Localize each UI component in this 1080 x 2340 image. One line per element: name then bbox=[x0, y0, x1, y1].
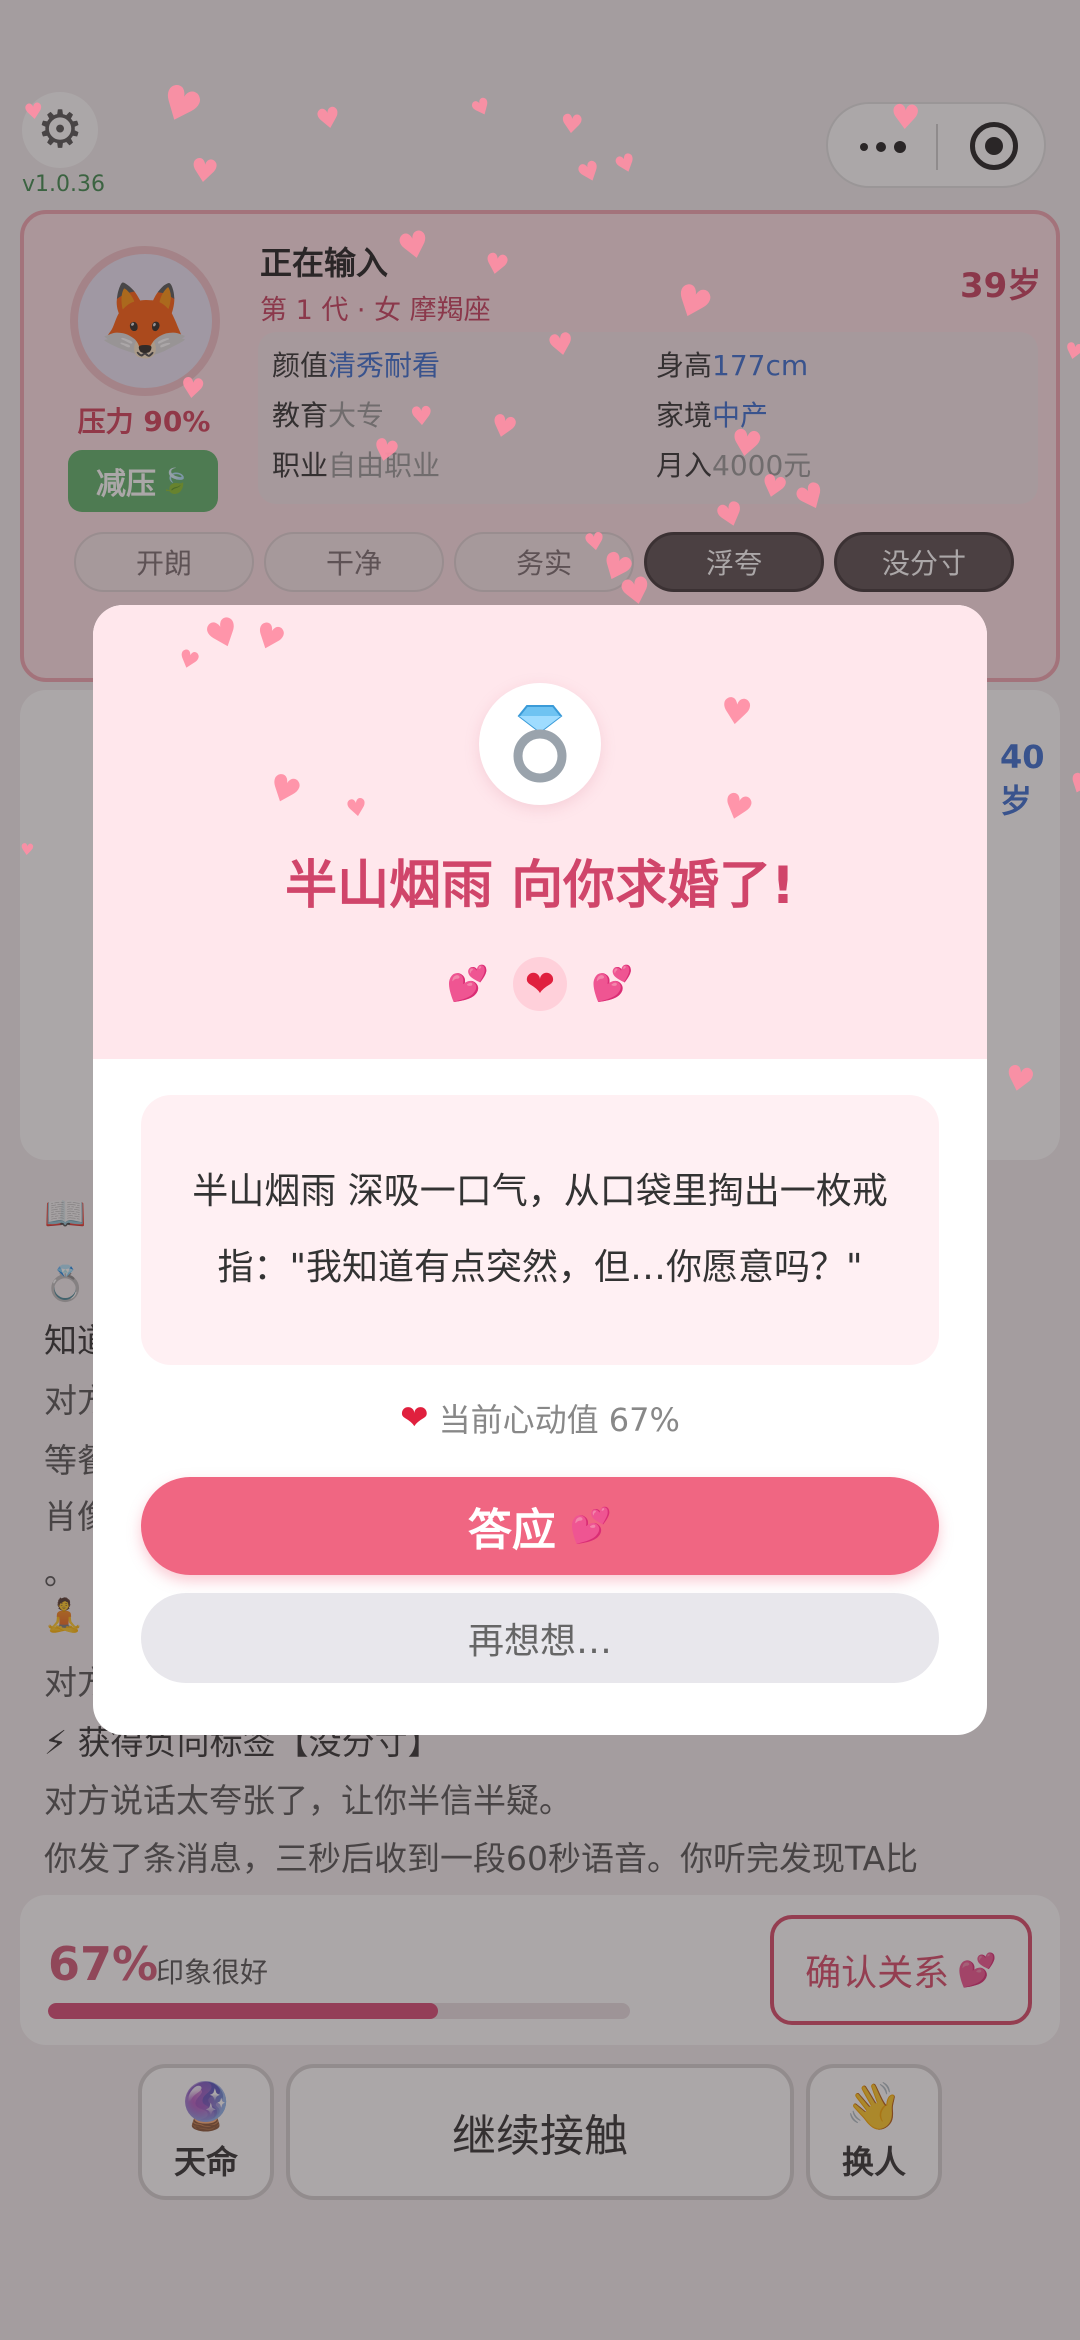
think-again-button[interactable]: 再想想… bbox=[141, 1593, 939, 1683]
heart-icon: ❤ bbox=[400, 1398, 429, 1438]
proposal-message: 半山烟雨 深吸一口气，从口袋里掏出一枚戒指："我知道有点突然，但…你愿意吗？" bbox=[141, 1095, 939, 1365]
heart-value-row: ❤ 当前心动值 67% bbox=[93, 1395, 987, 1441]
accept-button[interactable]: 答应 💕 bbox=[141, 1477, 939, 1575]
hearts-decoration: 💕 ❤ 💕 bbox=[93, 949, 987, 1019]
two-hearts-icon: 💕 bbox=[591, 964, 634, 1004]
two-hearts-icon: 💕 bbox=[446, 964, 489, 1004]
glowing-heart-icon: ❤ bbox=[513, 957, 567, 1011]
dialog-title: 半山烟雨 向你求婚了! bbox=[285, 856, 795, 916]
proposal-dialog: 半山烟雨 向你求婚了! 💕 ❤ 💕 半山烟雨 深吸一口气，从口袋里掏出一枚戒指：… bbox=[93, 605, 987, 1735]
accept-label: 答应 bbox=[467, 1505, 556, 1556]
dialog-header: 半山烟雨 向你求婚了! 💕 ❤ 💕 bbox=[93, 605, 987, 1059]
heart-value-label: 当前心动值 67% bbox=[438, 1401, 680, 1439]
ring-icon bbox=[479, 683, 601, 805]
two-hearts-icon: 💕 bbox=[569, 1506, 613, 1546]
